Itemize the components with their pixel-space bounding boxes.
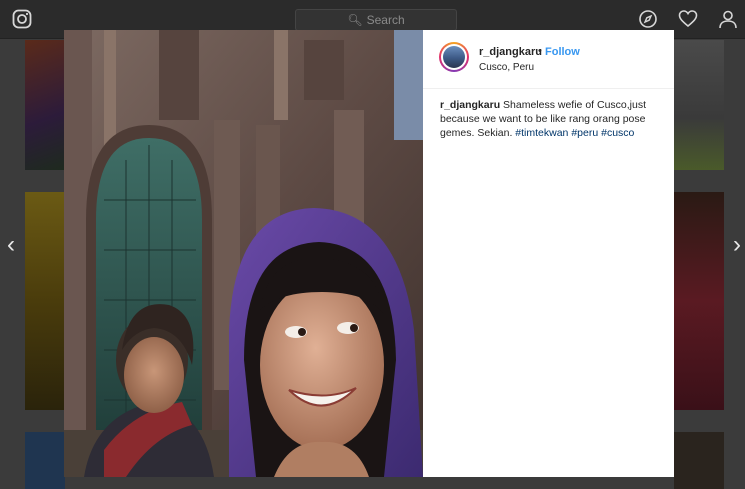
hashtag-link[interactable]: #peru [571, 127, 598, 139]
background-post-thumbnail[interactable] [674, 192, 724, 410]
compass-explore-icon[interactable] [638, 9, 658, 29]
avatar-image [443, 46, 465, 68]
heart-activity-icon[interactable] [678, 9, 698, 29]
hashtag-link[interactable]: #timtekwan [515, 127, 568, 139]
search-icon: 🔍︎ [347, 13, 363, 27]
location-link[interactable]: Cusco, Peru [479, 62, 534, 73]
follow-button[interactable]: Follow [545, 46, 580, 58]
post-header: r_djangkaru • Follow Cusco, Peru [423, 30, 674, 89]
instagram-logo-icon[interactable] [12, 9, 32, 29]
previous-post-arrow[interactable]: ‹ [2, 233, 20, 257]
background-post-thumbnail[interactable] [25, 432, 65, 489]
avatar-ring [441, 44, 467, 70]
person-profile-icon[interactable] [718, 9, 738, 29]
separator-dot: • [538, 45, 542, 57]
post-details-panel: r_djangkaru • Follow Cusco, Peru r_djang… [423, 30, 674, 477]
post-photo [64, 30, 423, 477]
search-input[interactable]: 🔍︎ Search [295, 9, 457, 31]
background-post-thumbnail[interactable] [25, 40, 65, 170]
next-post-arrow[interactable]: › [728, 233, 745, 257]
avatar[interactable] [439, 42, 469, 72]
background-post-thumbnail[interactable] [674, 432, 724, 489]
background-post-thumbnail[interactable] [25, 192, 65, 410]
caption-author-link[interactable]: r_djangkaru [440, 99, 500, 111]
hashtag-link[interactable]: #cusco [601, 127, 634, 139]
username-link[interactable]: r_djangkaru [479, 46, 542, 58]
post-modal: r_djangkaru • Follow Cusco, Peru r_djang… [64, 30, 674, 477]
background-post-thumbnail[interactable] [674, 40, 724, 170]
search-placeholder: Search [366, 13, 405, 27]
post-caption: r_djangkaru Shameless wefie of Cusco,jus… [440, 98, 660, 140]
